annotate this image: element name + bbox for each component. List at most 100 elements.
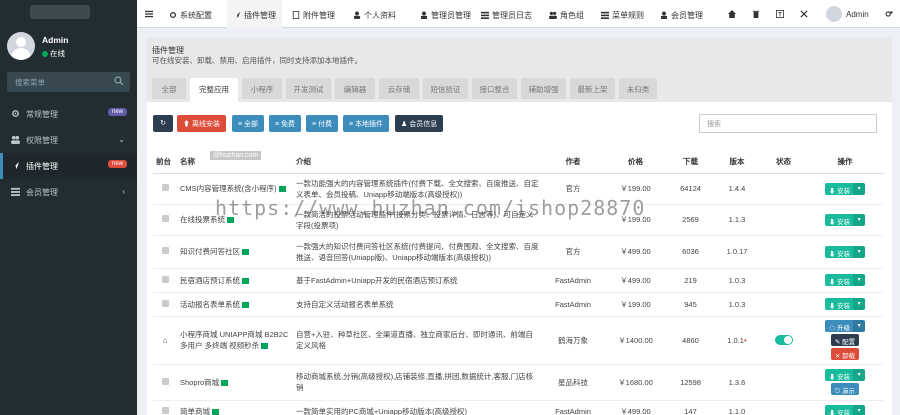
addon-name[interactable]: 简单商城	[180, 407, 210, 415]
nav-tab-profile[interactable]: 个人资料	[353, 0, 396, 28]
tab-miniprogram[interactable]: 小程序	[242, 78, 282, 99]
admin-username[interactable]: Admin	[846, 0, 869, 28]
install-button[interactable]: ⬇ 安装	[824, 182, 855, 195]
sidebar-item-members[interactable]: 会员管理 ‹	[0, 179, 137, 205]
install-button[interactable]: ⬇ 安装	[824, 298, 855, 310]
col-status[interactable]: 状态	[761, 151, 806, 174]
new-badge: new	[107, 108, 127, 116]
bars-icon[interactable]	[145, 10, 153, 18]
sidebar-toggle[interactable]	[145, 0, 156, 28]
col-intro[interactable]: 介绍	[293, 151, 543, 174]
tab-api[interactable]: 接口整合	[472, 78, 517, 99]
fullscreen-button[interactable]	[800, 0, 811, 28]
filter-paid-button[interactable]: ≡ 付费	[306, 115, 339, 132]
sidebar-item-addons[interactable]: 插件管理 new	[0, 153, 137, 179]
addon-name[interactable]: CMS内容管理系统(含小程序)	[180, 184, 277, 193]
table-row: 民宿酒店预订系统 基于FastAdmin+Uniapp开发的民宿酒店预订系统 F…	[153, 268, 884, 293]
search-icon[interactable]	[114, 76, 124, 86]
addon-name[interactable]: 小程序商城 UNIAPP商城 B2B2C多用户 多终端 视频秒杀	[180, 330, 288, 350]
caret-down-icon[interactable]: ▾	[853, 274, 866, 286]
addon-price: ￥199.00	[603, 292, 668, 317]
panel-header: 插件管理 可在线安装、卸载、禁用、启用插件，同时支持添加本地插件。 全部 完整应…	[147, 38, 892, 102]
image-icon[interactable]	[212, 408, 219, 415]
sidebar-search-input[interactable]: 搜索菜单	[7, 72, 130, 92]
col-operate[interactable]: 操作	[806, 151, 884, 174]
install-button[interactable]: ⬇ 安装	[824, 405, 855, 415]
nav-tab-admin[interactable]: 管理员管理	[420, 0, 471, 28]
caret-down-icon[interactable]: ▾	[853, 245, 866, 258]
col-downloads[interactable]: 下载	[668, 151, 713, 174]
avatar[interactable]	[826, 6, 842, 22]
tab-sms[interactable]: 短信验证	[423, 78, 468, 99]
trash-icon[interactable]	[752, 10, 760, 18]
nav-tab-adminlog[interactable]: 管理员日志	[481, 0, 532, 28]
caret-down-icon[interactable]: ▾	[853, 298, 866, 310]
filter-all-button[interactable]: ≡ 全部	[232, 115, 265, 132]
image-icon[interactable]	[242, 249, 249, 255]
image-icon[interactable]	[261, 343, 269, 349]
image-icon[interactable]	[278, 186, 286, 192]
tab-uncategorized[interactable]: 未归类	[619, 78, 657, 99]
nav-tab-config[interactable]: 系统配置	[169, 0, 212, 28]
member-info-button[interactable]: ♟ 会员信息	[395, 115, 444, 132]
nav-tab-user[interactable]: 会员管理	[660, 0, 703, 28]
nav-tab-group[interactable]: 角色组	[549, 0, 584, 28]
clear-cache-button[interactable]	[752, 0, 763, 28]
tab-newest[interactable]: 最新上架	[570, 78, 615, 99]
nav-tab-attachment[interactable]: 附件管理	[292, 0, 335, 28]
addon-name[interactable]: Shopro商城	[180, 378, 219, 387]
home-button[interactable]	[728, 0, 739, 28]
tab-cloud[interactable]: 云存储	[379, 78, 419, 99]
caret-down-icon[interactable]: ▾	[853, 369, 866, 381]
upgrade-button[interactable]: ☁ 升级	[824, 320, 855, 332]
install-button[interactable]: ⬇ 安装	[824, 369, 855, 381]
caret-down-icon[interactable]: ▾	[853, 213, 866, 226]
home-icon[interactable]: ⌂	[163, 336, 168, 345]
addon-downloads: 2569	[668, 204, 713, 236]
filter-free-button[interactable]: ≡ 免费	[269, 115, 302, 132]
addon-name[interactable]: 知识付费问答社区	[180, 247, 240, 256]
search-input[interactable]: 搜索	[699, 114, 877, 133]
config-button[interactable]: ✎ 配置	[830, 334, 860, 346]
tab-all[interactable]: 全部	[152, 78, 186, 99]
nav-tab-rule[interactable]: 菜单规则	[601, 0, 644, 28]
table-row: ⌂ 小程序商城 UNIAPP商城 B2B2C多用户 多终端 视频秒杀 自营+入驻…	[153, 316, 884, 365]
language-icon[interactable]	[776, 10, 784, 18]
logo[interactable]	[30, 5, 90, 19]
nav-tab-addons[interactable]: 插件管理	[227, 0, 282, 28]
image-icon[interactable]	[242, 277, 249, 284]
uninstall-button[interactable]: ✕ 卸载	[830, 348, 860, 360]
sidebar-item-auth[interactable]: 权限管理 ⌄	[0, 127, 137, 153]
expand-icon[interactable]	[800, 10, 808, 18]
image-icon[interactable]	[242, 301, 249, 308]
col-author[interactable]: 作者	[543, 151, 603, 174]
col-version[interactable]: 版本	[713, 151, 761, 174]
gears-icon[interactable]	[885, 10, 893, 18]
refresh-button[interactable]: ↻	[153, 115, 173, 132]
tab-helper[interactable]: 辅助增强	[521, 78, 566, 99]
caret-down-icon[interactable]: ▾	[853, 182, 866, 195]
sidebar-item-general[interactable]: 常规管理 new	[0, 101, 137, 127]
addon-name[interactable]: 民宿酒店预订系统	[180, 276, 240, 285]
status-toggle[interactable]	[774, 335, 793, 345]
demo-button[interactable]: ⎋ 演示	[831, 383, 859, 395]
rocket-icon	[233, 11, 241, 19]
addon-downloads: 6036	[668, 235, 713, 269]
image-icon[interactable]	[221, 379, 229, 386]
install-button[interactable]: ⬇ 安装	[824, 213, 855, 226]
multilang-button[interactable]	[776, 0, 787, 28]
tab-editor[interactable]: 编辑器	[335, 78, 375, 99]
col-frontend[interactable]: 前台	[153, 151, 177, 174]
caret-down-icon[interactable]: ▾	[853, 320, 866, 332]
offline-install-button[interactable]: ⬆ 离线安装	[177, 115, 226, 132]
tab-devtest[interactable]: 开发测试	[286, 78, 331, 99]
settings-button[interactable]	[885, 0, 896, 28]
install-button[interactable]: ⬇ 安装	[824, 274, 855, 286]
home-icon[interactable]	[728, 10, 736, 18]
install-button[interactable]: ⬇ 安装	[824, 245, 855, 258]
tab-full-app[interactable]: 完整应用	[190, 78, 238, 102]
col-price[interactable]: 价格	[603, 151, 668, 174]
local-addons-button[interactable]: ≡ 本地插件	[343, 115, 390, 132]
addon-name[interactable]: 活动报名表单系统	[180, 300, 240, 309]
caret-down-icon[interactable]: ▾	[853, 405, 866, 415]
